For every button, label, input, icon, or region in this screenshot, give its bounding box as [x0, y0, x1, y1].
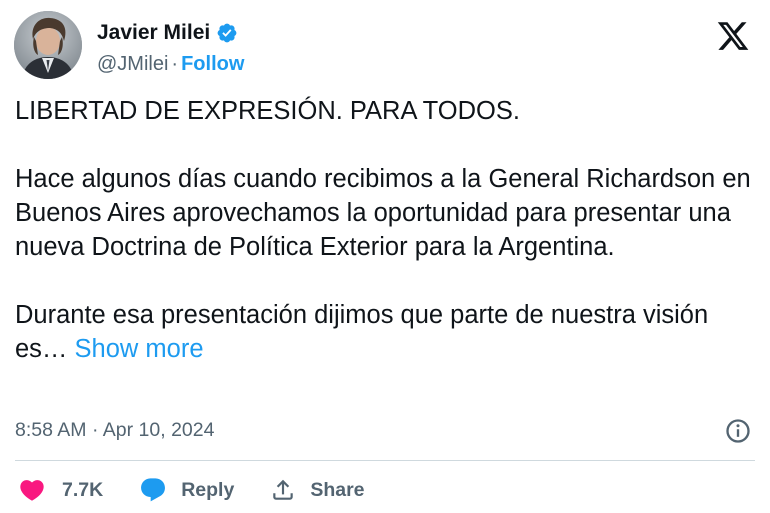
- follow-button[interactable]: Follow: [181, 53, 244, 75]
- reply-button[interactable]: Reply: [139, 476, 270, 504]
- avatar-image: [14, 11, 82, 79]
- tweet-timestamp[interactable]: 8:58 AM · Apr 10, 2024: [15, 419, 214, 442]
- separator: ·: [171, 53, 179, 75]
- avatar[interactable]: [14, 11, 82, 79]
- author-handle[interactable]: @JMilei: [97, 53, 168, 75]
- author-name-row: Javier Milei: [97, 21, 238, 45]
- x-logo-icon[interactable]: [716, 19, 750, 53]
- tweet-paragraph-last: Durante esa presentación dijimos que par…: [15, 298, 760, 366]
- share-icon: [273, 479, 294, 500]
- tweet-paragraph: Hace algunos días cuando recibimos a la …: [15, 165, 751, 261]
- share-button[interactable]: Share: [270, 477, 365, 503]
- like-button[interactable]: 7.7K: [18, 476, 139, 504]
- author-handle-row: @JMilei · Follow: [97, 53, 244, 76]
- tweet-text: LIBERTAD DE EXPRESIÓN. PARA TODOS. Hace …: [15, 94, 760, 366]
- share-label: Share: [310, 478, 365, 501]
- reply-label: Reply: [181, 478, 235, 501]
- heart-icon: [20, 480, 44, 501]
- author-name[interactable]: Javier Milei: [97, 21, 210, 45]
- reply-bubble-icon: [141, 478, 166, 502]
- verified-badge-icon: [217, 23, 237, 43]
- info-icon[interactable]: [724, 417, 752, 445]
- show-more-link[interactable]: Show more: [75, 335, 204, 363]
- tweet-header: Javier Milei @JMilei · Follow: [14, 11, 754, 81]
- tweet-actions: 7.7K Reply Share: [18, 474, 365, 506]
- tweet-paragraph: LIBERTAD DE EXPRESIÓN. PARA TODOS.: [15, 97, 520, 125]
- like-count: 7.7K: [62, 478, 104, 501]
- divider: [15, 460, 755, 461]
